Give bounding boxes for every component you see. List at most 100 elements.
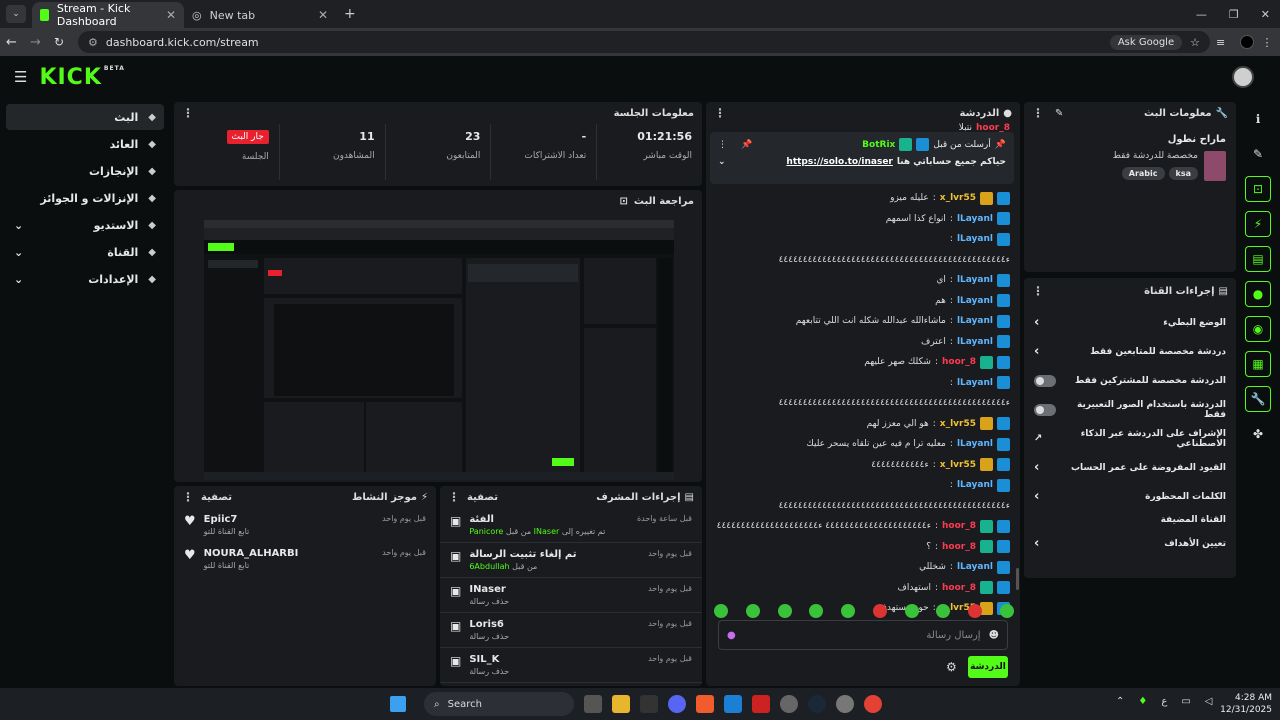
discord-icon[interactable]: [668, 695, 686, 713]
unpin-icon[interactable]: 📌: [741, 140, 752, 150]
site-info-icon[interactable]: ⚙: [88, 36, 98, 49]
chat-username[interactable]: lLayanl: [957, 214, 993, 224]
chat-username[interactable]: x_lvr55: [940, 419, 976, 429]
chat-username[interactable]: lLayanl: [957, 378, 993, 388]
emote-icon[interactable]: [999, 604, 1014, 618]
chat-username[interactable]: x_lvr55: [940, 193, 976, 203]
emote-icon[interactable]: [745, 604, 760, 618]
display-icon[interactable]: ▭: [1181, 696, 1190, 707]
task-view-icon[interactable]: [584, 695, 602, 713]
stream-preview-video[interactable]: [204, 220, 674, 480]
more-options-icon[interactable]: ⋮: [714, 106, 726, 120]
activity-user[interactable]: Epiic7: [204, 514, 374, 525]
activity-user[interactable]: NOURA_ALHARBI: [204, 548, 374, 559]
brave-icon[interactable]: [696, 695, 714, 713]
emote-icon[interactable]: [714, 604, 728, 618]
lightning-icon[interactable]: ⚡: [1245, 211, 1271, 237]
channel-action-row[interactable]: الدردشة باستخدام الصور التعبيرية فقط: [1024, 395, 1236, 424]
reload-icon[interactable]: ↻: [54, 35, 72, 49]
chat-username[interactable]: lLayanl: [957, 234, 993, 244]
emote-icon[interactable]: [904, 604, 919, 618]
ask-google-button[interactable]: Ask Google: [1109, 34, 1183, 50]
tools-icon[interactable]: 🔧: [1245, 386, 1271, 412]
pinned-username[interactable]: BotRix: [862, 140, 895, 150]
taskbar-search[interactable]: ⌕ Search: [424, 692, 574, 716]
chat-username[interactable]: lLayanl: [957, 275, 993, 285]
sidebar-item[interactable]: ◆ العائد: [6, 131, 164, 157]
more-options-icon[interactable]: ⋮: [448, 490, 460, 504]
chat-input[interactable]: ☻ إرسال رسالة ●: [718, 620, 1008, 650]
forward-icon[interactable]: →: [30, 35, 48, 50]
channel-action-row[interactable]: الكلمات المحظورة ›: [1024, 482, 1236, 511]
bookmark-star-icon[interactable]: ☆: [1190, 36, 1200, 49]
info-icon[interactable]: ℹ: [1245, 106, 1271, 132]
new-tab-icon[interactable]: +: [344, 6, 356, 22]
kick-logo[interactable]: KICK BETA: [39, 65, 124, 90]
more-options-icon[interactable]: ⋮: [1032, 284, 1044, 298]
chat-username[interactable]: lLayanl: [957, 296, 993, 306]
toggle-switch[interactable]: [1034, 403, 1056, 416]
edit-icon[interactable]: ✎: [1055, 108, 1063, 119]
chat-username[interactable]: hoor_8: [942, 583, 976, 593]
chat-send-button[interactable]: الدردشة: [968, 656, 1008, 678]
scan-icon[interactable]: ⊡: [1245, 176, 1271, 202]
pinned-link[interactable]: https://solo.to/inaser: [786, 157, 892, 167]
mic-icon[interactable]: ♦: [1138, 696, 1147, 707]
system-clock[interactable]: 4:28 AM 12/31/2025: [1220, 692, 1272, 716]
channel-action-row[interactable]: الوضع البطيء ›: [1024, 308, 1236, 337]
chat-scrollbar[interactable]: [1016, 568, 1019, 590]
shapes-icon[interactable]: ✤: [1245, 421, 1271, 447]
user-avatar[interactable]: [1232, 66, 1254, 88]
chat-username[interactable]: hoor_8: [942, 357, 976, 367]
sidebar-item[interactable]: ◆ البث: [6, 104, 164, 130]
app-icon[interactable]: [640, 695, 658, 713]
settings-icon[interactable]: [836, 695, 854, 713]
chat-username[interactable]: x_lvr55: [940, 460, 976, 470]
emote-icon[interactable]: [936, 604, 951, 618]
url-field[interactable]: ⚙ dashboard.kick.com/stream Ask Google ☆: [78, 31, 1210, 53]
more-options-icon[interactable]: ⋮: [718, 140, 727, 150]
more-options-icon[interactable]: ⋮: [1032, 106, 1044, 120]
emote-icon[interactable]: [809, 604, 824, 618]
emote-icon[interactable]: [841, 604, 856, 618]
menu-icon[interactable]: ⋮: [1260, 36, 1274, 49]
tab-list-icon[interactable]: ⌄: [6, 5, 26, 23]
sidebar-item[interactable]: ⌄ ◆ القناة: [6, 239, 164, 265]
more-options-icon[interactable]: ⋮: [182, 490, 194, 504]
channel-action-row[interactable]: القيود المفروضة على عمر الحساب ›: [1024, 453, 1236, 482]
channel-action-row[interactable]: دردشة مخصصة للمتابعين فقط ›: [1024, 337, 1236, 366]
mod-filter-button[interactable]: تصفية: [467, 492, 498, 503]
chat-username[interactable]: hoor_8: [942, 521, 976, 531]
chat-settings-icon[interactable]: ⚙: [946, 660, 957, 674]
minimize-icon[interactable]: —: [1196, 8, 1207, 21]
tab-newtab[interactable]: ◎ New tab ✕: [184, 2, 336, 28]
emote-icon[interactable]: [872, 604, 887, 618]
chat-username[interactable]: lLayanl: [957, 480, 993, 490]
volume-icon[interactable]: ◁: [1205, 696, 1213, 707]
chrome-icon[interactable]: [864, 695, 882, 713]
profile-icon[interactable]: [1240, 35, 1254, 49]
chat-username[interactable]: lLayanl: [957, 439, 993, 449]
chat-username[interactable]: lLayanl: [957, 316, 993, 326]
pencil-icon[interactable]: ✎: [1245, 141, 1271, 167]
windows-start-icon[interactable]: [390, 696, 406, 712]
close-tab-icon[interactable]: ✕: [318, 8, 328, 22]
app-icon[interactable]: [780, 695, 798, 713]
media-icon[interactable]: ≡: [1216, 36, 1234, 49]
more-options-icon[interactable]: ⋮: [182, 106, 194, 120]
toggle-switch[interactable]: [1034, 374, 1056, 387]
emoji-icon[interactable]: ☻: [989, 630, 999, 641]
chat-username[interactable]: hoor_8: [942, 542, 976, 552]
file-explorer-icon[interactable]: [612, 695, 630, 713]
emote-icon[interactable]: [777, 604, 792, 618]
emote-icon[interactable]: [968, 604, 983, 618]
chat-icon[interactable]: ●: [1245, 281, 1271, 307]
app-icon[interactable]: [752, 695, 770, 713]
back-icon[interactable]: ←: [6, 35, 24, 50]
chat-username[interactable]: lLayanl: [957, 562, 993, 572]
mod-actor[interactable]: INaser: [534, 527, 560, 536]
channel-action-row[interactable]: الدردشة مخصصة للمشتركين فقط: [1024, 366, 1236, 395]
channel-action-row[interactable]: الإشراف على الدردشة عبر الذكاء الاصطناعي…: [1024, 424, 1236, 453]
close-tab-icon[interactable]: ✕: [166, 8, 176, 22]
sidebar-item[interactable]: ◆ الإنجازات: [6, 158, 164, 184]
